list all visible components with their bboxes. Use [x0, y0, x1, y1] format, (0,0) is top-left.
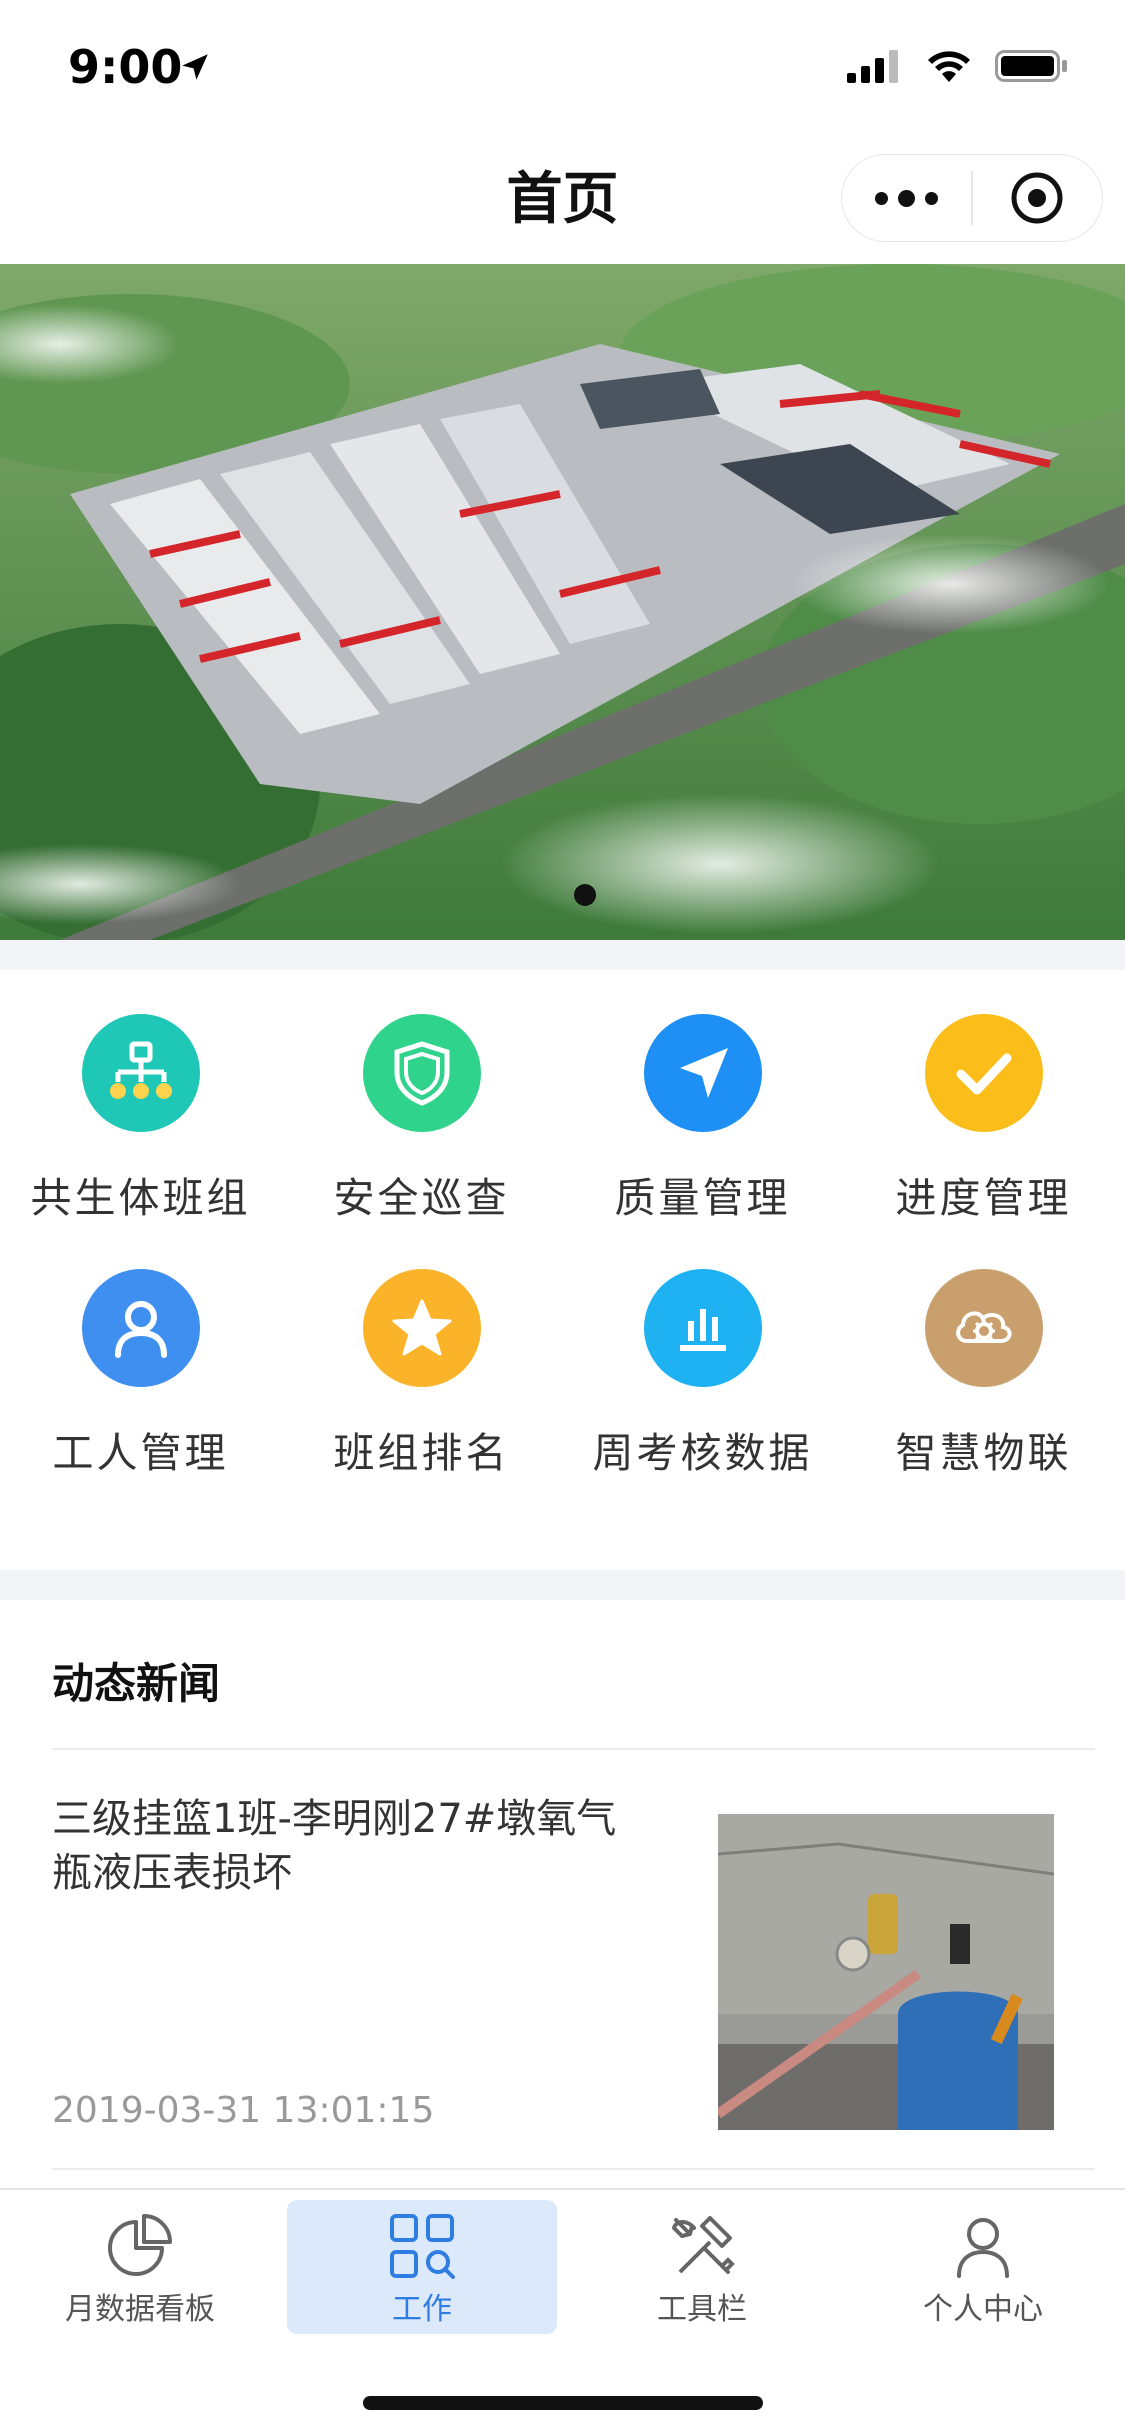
news-section-title: 动态新闻 — [52, 1659, 221, 1708]
shield-icon — [363, 1014, 481, 1132]
more-menu-button[interactable] — [842, 154, 971, 242]
wifi-icon — [928, 51, 970, 82]
function-grid: 共生体班组 安全巡查 质量管理 进度管理 工人管理 班组排名 周考核数据 智慧物… — [0, 970, 1125, 1570]
org-chart-icon — [82, 1014, 200, 1132]
news-list-item[interactable]: 三级挂篮1班-李明刚27#墩氧气瓶液压表损坏 2019-03-31 13:01:… — [0, 1750, 1125, 2170]
grid-item-label: 工人管理 — [52, 1429, 229, 1477]
section-separator — [0, 1570, 1125, 1600]
section-separator — [0, 940, 1125, 970]
grid-item-label: 进度管理 — [895, 1174, 1072, 1222]
news-headline: 三级挂篮1班-李明刚27#墩氧气瓶液压表损坏 — [52, 1796, 617, 1896]
tab-toolbar[interactable]: 工具栏 — [567, 2200, 837, 2334]
close-mini-program-button[interactable] — [973, 154, 1102, 242]
send-arrow-icon — [644, 1014, 762, 1132]
person-icon — [82, 1269, 200, 1387]
grid-item-label: 安全巡查 — [333, 1174, 510, 1222]
signal-icon — [847, 50, 898, 83]
tab-label: 月数据看板 — [65, 2292, 215, 2327]
grid-item-label: 质量管理 — [614, 1174, 791, 1222]
more-dot-icon — [898, 189, 915, 207]
divider — [52, 2168, 1095, 2170]
grid-item-progress[interactable]: 进度管理 — [843, 970, 1124, 1222]
cloud-gear-icon — [925, 1269, 1043, 1387]
grid-item-smart-iot[interactable]: 智慧物联 — [843, 1225, 1124, 1477]
grid-item-workers[interactable]: 工人管理 — [0, 1225, 281, 1477]
grid-item-label: 周考核数据 — [592, 1429, 813, 1477]
grid-item-quality[interactable]: 质量管理 — [562, 970, 843, 1222]
more-dot-icon — [875, 191, 888, 205]
grid-item-team[interactable]: 共生体班组 — [0, 970, 281, 1222]
grid-item-label: 智慧物联 — [895, 1429, 1072, 1477]
banner-carousel[interactable] — [0, 264, 1125, 940]
tab-work[interactable]: 工作 — [287, 2200, 557, 2334]
tab-label: 工具栏 — [657, 2292, 747, 2327]
tab-profile[interactable]: 个人中心 — [848, 2200, 1118, 2334]
banner-factory-aerial-image — [0, 264, 1125, 940]
news-thumbnail-image — [718, 1814, 1054, 2130]
battery-icon — [995, 50, 1067, 82]
status-time: 9:00 — [68, 40, 183, 94]
status-bar: 9:00 — [0, 0, 1125, 132]
work-grid-icon — [390, 2214, 455, 2279]
grid-item-team-ranking[interactable]: 班组排名 — [281, 1225, 562, 1477]
check-icon — [925, 1014, 1043, 1132]
grid-item-label: 班组排名 — [333, 1429, 510, 1477]
user-icon — [957, 2218, 1009, 2278]
status-indicators — [847, 48, 1069, 84]
home-indicator — [363, 2396, 763, 2410]
news-timestamp: 2019-03-31 13:01:15 — [52, 2090, 435, 2131]
grid-item-weekly-assessment[interactable]: 周考核数据 — [562, 1225, 843, 1477]
location-arrow-icon — [182, 54, 208, 80]
tab-label: 个人中心 — [923, 2292, 1043, 2327]
target-circle-icon — [1011, 172, 1063, 224]
mini-program-capsule — [841, 154, 1103, 242]
tools-icon — [672, 2216, 735, 2274]
grid-item-label: 共生体班组 — [30, 1174, 251, 1222]
pie-chart-icon — [108, 2214, 172, 2276]
bar-chart-icon — [644, 1269, 762, 1387]
star-icon — [363, 1269, 481, 1387]
more-dot-icon — [925, 191, 938, 205]
tab-label: 工作 — [392, 2292, 452, 2327]
tab-monthly-dashboard[interactable]: 月数据看板 — [5, 2200, 275, 2334]
carousel-indicator-dot[interactable] — [574, 884, 596, 906]
nav-bar: 首页 — [0, 132, 1125, 264]
grid-item-safety-patrol[interactable]: 安全巡查 — [281, 970, 562, 1222]
